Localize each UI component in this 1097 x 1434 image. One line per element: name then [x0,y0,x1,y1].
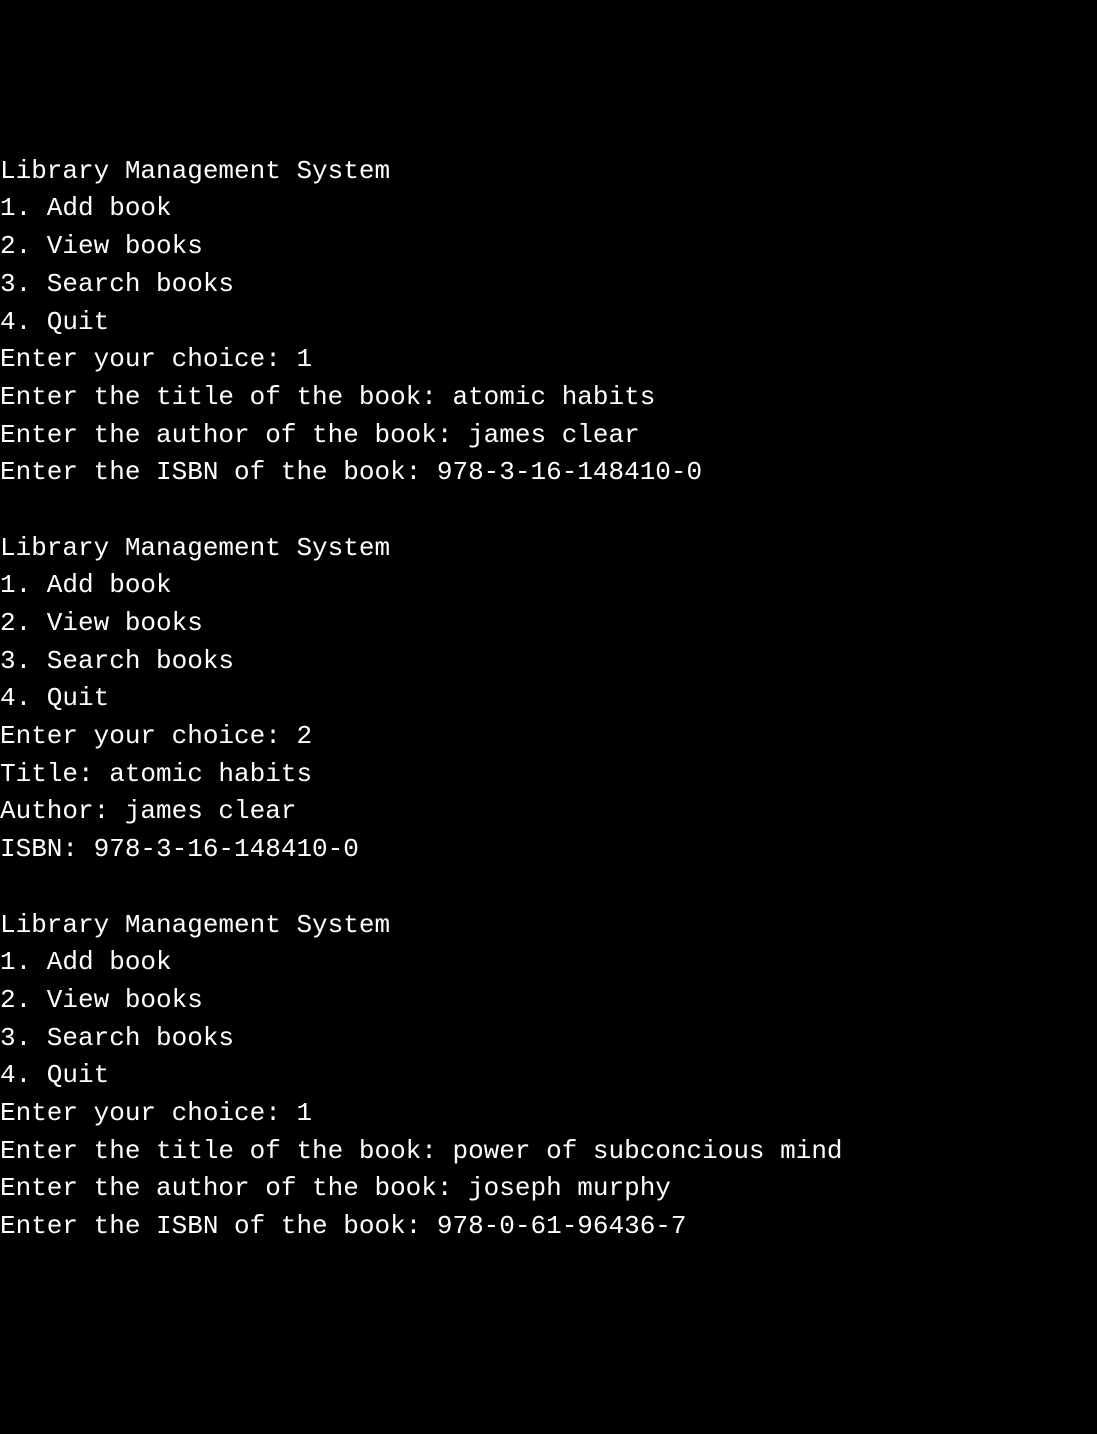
prompt-isbn: Enter the ISBN of the book: 978-0-61-964… [0,1208,1097,1246]
header-line: Library Management System [0,530,1097,568]
prompt-author: Enter the author of the book: joseph mur… [0,1170,1097,1208]
menu-item: 3. Search books [0,643,1097,681]
prompt-isbn: Enter the ISBN of the book: 978-3-16-148… [0,454,1097,492]
header-line: Library Management System [0,907,1097,945]
prompt-choice: Enter your choice: 1 [0,341,1097,379]
menu-item: 2. View books [0,228,1097,266]
prompt-title: Enter the title of the book: power of su… [0,1133,1097,1171]
menu-item: 4. Quit [0,680,1097,718]
output-author: Author: james clear [0,793,1097,831]
terminal-output[interactable]: Library Management System1. Add book2. V… [0,153,1097,1246]
menu-item: 1. Add book [0,190,1097,228]
prompt-choice: Enter your choice: 1 [0,1095,1097,1133]
menu-item: 2. View books [0,982,1097,1020]
menu-item: 1. Add book [0,567,1097,605]
menu-item: 4. Quit [0,304,1097,342]
output-isbn: ISBN: 978-3-16-148410-0 [0,831,1097,869]
menu-item: 3. Search books [0,266,1097,304]
output-title: Title: atomic habits [0,756,1097,794]
prompt-title: Enter the title of the book: atomic habi… [0,379,1097,417]
menu-item: 4. Quit [0,1057,1097,1095]
menu-item: 3. Search books [0,1020,1097,1058]
menu-item: 2. View books [0,605,1097,643]
prompt-author: Enter the author of the book: james clea… [0,417,1097,455]
menu-item: 1. Add book [0,944,1097,982]
blank-line [0,492,1097,530]
header-line: Library Management System [0,153,1097,191]
blank-line [0,869,1097,907]
prompt-choice: Enter your choice: 2 [0,718,1097,756]
